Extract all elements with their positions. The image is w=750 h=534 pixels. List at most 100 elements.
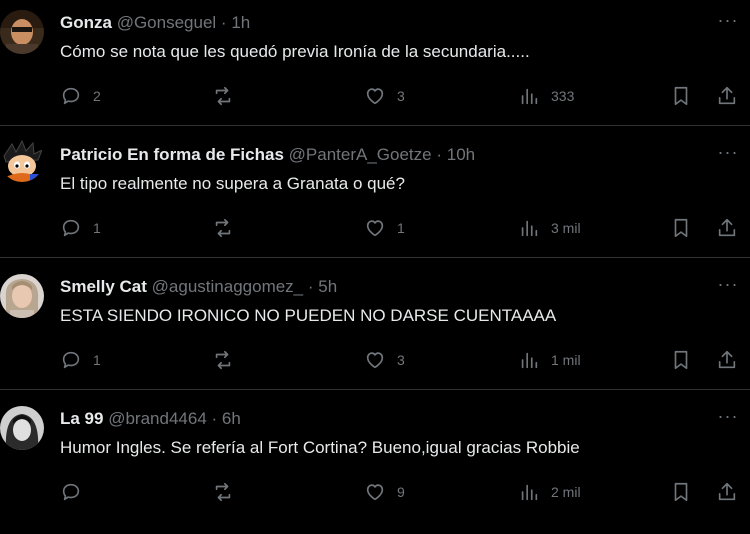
like-count: 3 — [397, 352, 405, 368]
more-options-button[interactable]: ··· — [716, 140, 740, 164]
author-name[interactable]: Smelly Cat — [60, 277, 147, 296]
author-handle[interactable]: @PanterA_Goetze — [289, 145, 432, 164]
like-count: 1 — [397, 220, 405, 236]
share-button[interactable] — [716, 82, 738, 110]
action-bar: 1 3 1 mil — [60, 346, 740, 374]
reply-button[interactable]: 2 — [60, 82, 101, 110]
like-button[interactable]: 9 — [364, 478, 405, 506]
author-handle[interactable]: @agustinaggomez_ — [152, 277, 303, 296]
retweet-button[interactable] — [212, 214, 245, 242]
timestamp[interactable]: 1h — [231, 13, 250, 32]
retweet-arrows-icon — [215, 86, 231, 106]
reply-button[interactable] — [60, 478, 93, 506]
bookmark-icon — [674, 86, 688, 106]
reply-bubble-icon — [62, 351, 80, 369]
more-horizontal-icon: ··· — [717, 405, 739, 426]
view-count: 2 mil — [551, 484, 581, 500]
more-options-button[interactable]: ··· — [716, 272, 740, 296]
author-name[interactable]: Patricio En forma de Fichas — [60, 145, 284, 164]
tweet[interactable]: Smelly Cat @agustinaggomez_ · 5h ··· EST… — [0, 258, 750, 390]
share-button[interactable] — [716, 346, 738, 374]
avatar-image — [0, 138, 44, 182]
reply-button[interactable]: 1 — [60, 214, 101, 242]
avatar[interactable] — [0, 138, 44, 182]
more-horizontal-icon: ··· — [717, 9, 739, 30]
timestamp[interactable]: 5h — [318, 277, 337, 296]
tweet-text: Cómo se nota que les quedó previa Ironía… — [60, 42, 530, 61]
avatar[interactable] — [0, 274, 44, 318]
avatar[interactable] — [0, 406, 44, 450]
tweet-header: Patricio En forma de Fichas @PanterA_Goe… — [60, 144, 475, 166]
more-horizontal-icon: ··· — [717, 141, 739, 162]
author-name[interactable]: La 99 — [60, 409, 103, 428]
views-button[interactable]: 333 — [518, 82, 574, 110]
separator: · — [211, 409, 218, 428]
more-options-button[interactable]: ··· — [716, 404, 740, 428]
separator: · — [220, 13, 227, 32]
share-button[interactable] — [716, 478, 738, 506]
bookmark-icon — [674, 482, 688, 502]
retweet-arrows-icon — [215, 350, 231, 370]
timestamp[interactable]: 6h — [222, 409, 241, 428]
view-count: 1 mil — [551, 352, 581, 368]
tweet-text: ESTA SIENDO IRONICO NO PUEDEN NO DARSE C… — [60, 306, 557, 325]
heart-icon — [366, 484, 384, 501]
retweet-button[interactable] — [212, 478, 245, 506]
avatar[interactable] — [0, 10, 44, 54]
retweet-button[interactable] — [212, 346, 245, 374]
reply-bubble-icon — [62, 483, 80, 501]
separator: · — [436, 145, 442, 164]
like-button[interactable]: 3 — [364, 346, 405, 374]
tweet-header: Smelly Cat @agustinaggomez_ · 5h — [60, 276, 337, 298]
heart-icon — [366, 220, 384, 237]
timestamp[interactable]: 10h — [447, 145, 475, 164]
views-button[interactable]: 3 mil — [518, 214, 581, 242]
retweet-arrows-icon — [215, 482, 231, 502]
reply-count: 1 — [93, 352, 101, 368]
bookmark-button[interactable] — [670, 214, 692, 242]
avatar-image — [0, 406, 44, 450]
bookmark-icon — [674, 218, 688, 238]
like-count: 3 — [397, 88, 405, 104]
tweet-header: La 99 @brand4464 · 6h — [60, 408, 241, 430]
avatar-image — [0, 10, 44, 54]
reply-bubble-icon — [62, 87, 80, 105]
author-name[interactable]: Gonza — [60, 13, 112, 32]
heart-icon — [366, 88, 384, 105]
retweet-arrows-icon — [215, 218, 231, 238]
share-button[interactable] — [716, 214, 738, 242]
share-upload-icon — [718, 86, 736, 105]
bar-chart-icon — [521, 484, 538, 501]
bookmark-button[interactable] — [670, 82, 692, 110]
views-button[interactable]: 1 mil — [518, 346, 581, 374]
author-handle[interactable]: @brand4464 — [108, 409, 207, 428]
retweet-button[interactable] — [212, 82, 245, 110]
reply-count: 2 — [93, 88, 101, 104]
view-count: 3 mil — [551, 220, 581, 236]
views-button[interactable]: 2 mil — [518, 478, 581, 506]
reply-button[interactable]: 1 — [60, 346, 101, 374]
tweet-text: Humor Ingles. Se refería al Fort Cortina… — [60, 438, 580, 457]
heart-icon — [366, 352, 384, 369]
more-options-button[interactable]: ··· — [716, 8, 740, 32]
bar-chart-icon — [521, 352, 538, 369]
like-button[interactable]: 1 — [364, 214, 405, 242]
bookmark-button[interactable] — [670, 346, 692, 374]
view-count: 333 — [551, 88, 575, 104]
reply-count: 1 — [93, 220, 101, 236]
bar-chart-icon — [521, 88, 538, 105]
separator: · — [307, 277, 314, 296]
bar-chart-icon — [521, 220, 538, 237]
reply-bubble-icon — [62, 219, 80, 237]
more-horizontal-icon: ··· — [717, 273, 739, 294]
action-bar: 2 3 333 — [60, 82, 740, 110]
bookmark-button[interactable] — [670, 478, 692, 506]
like-count: 9 — [397, 484, 405, 500]
author-handle[interactable]: @Gonseguel — [117, 13, 217, 32]
tweet[interactable]: Gonza @Gonseguel · 1h ··· Cómo se nota q… — [0, 0, 750, 126]
tweet[interactable]: Patricio En forma de Fichas @PanterA_Goe… — [0, 126, 750, 258]
like-button[interactable]: 3 — [364, 82, 405, 110]
share-upload-icon — [718, 482, 736, 501]
avatar-image — [0, 274, 44, 318]
tweet[interactable]: La 99 @brand4464 · 6h ··· Humor Ingles. … — [0, 390, 750, 522]
